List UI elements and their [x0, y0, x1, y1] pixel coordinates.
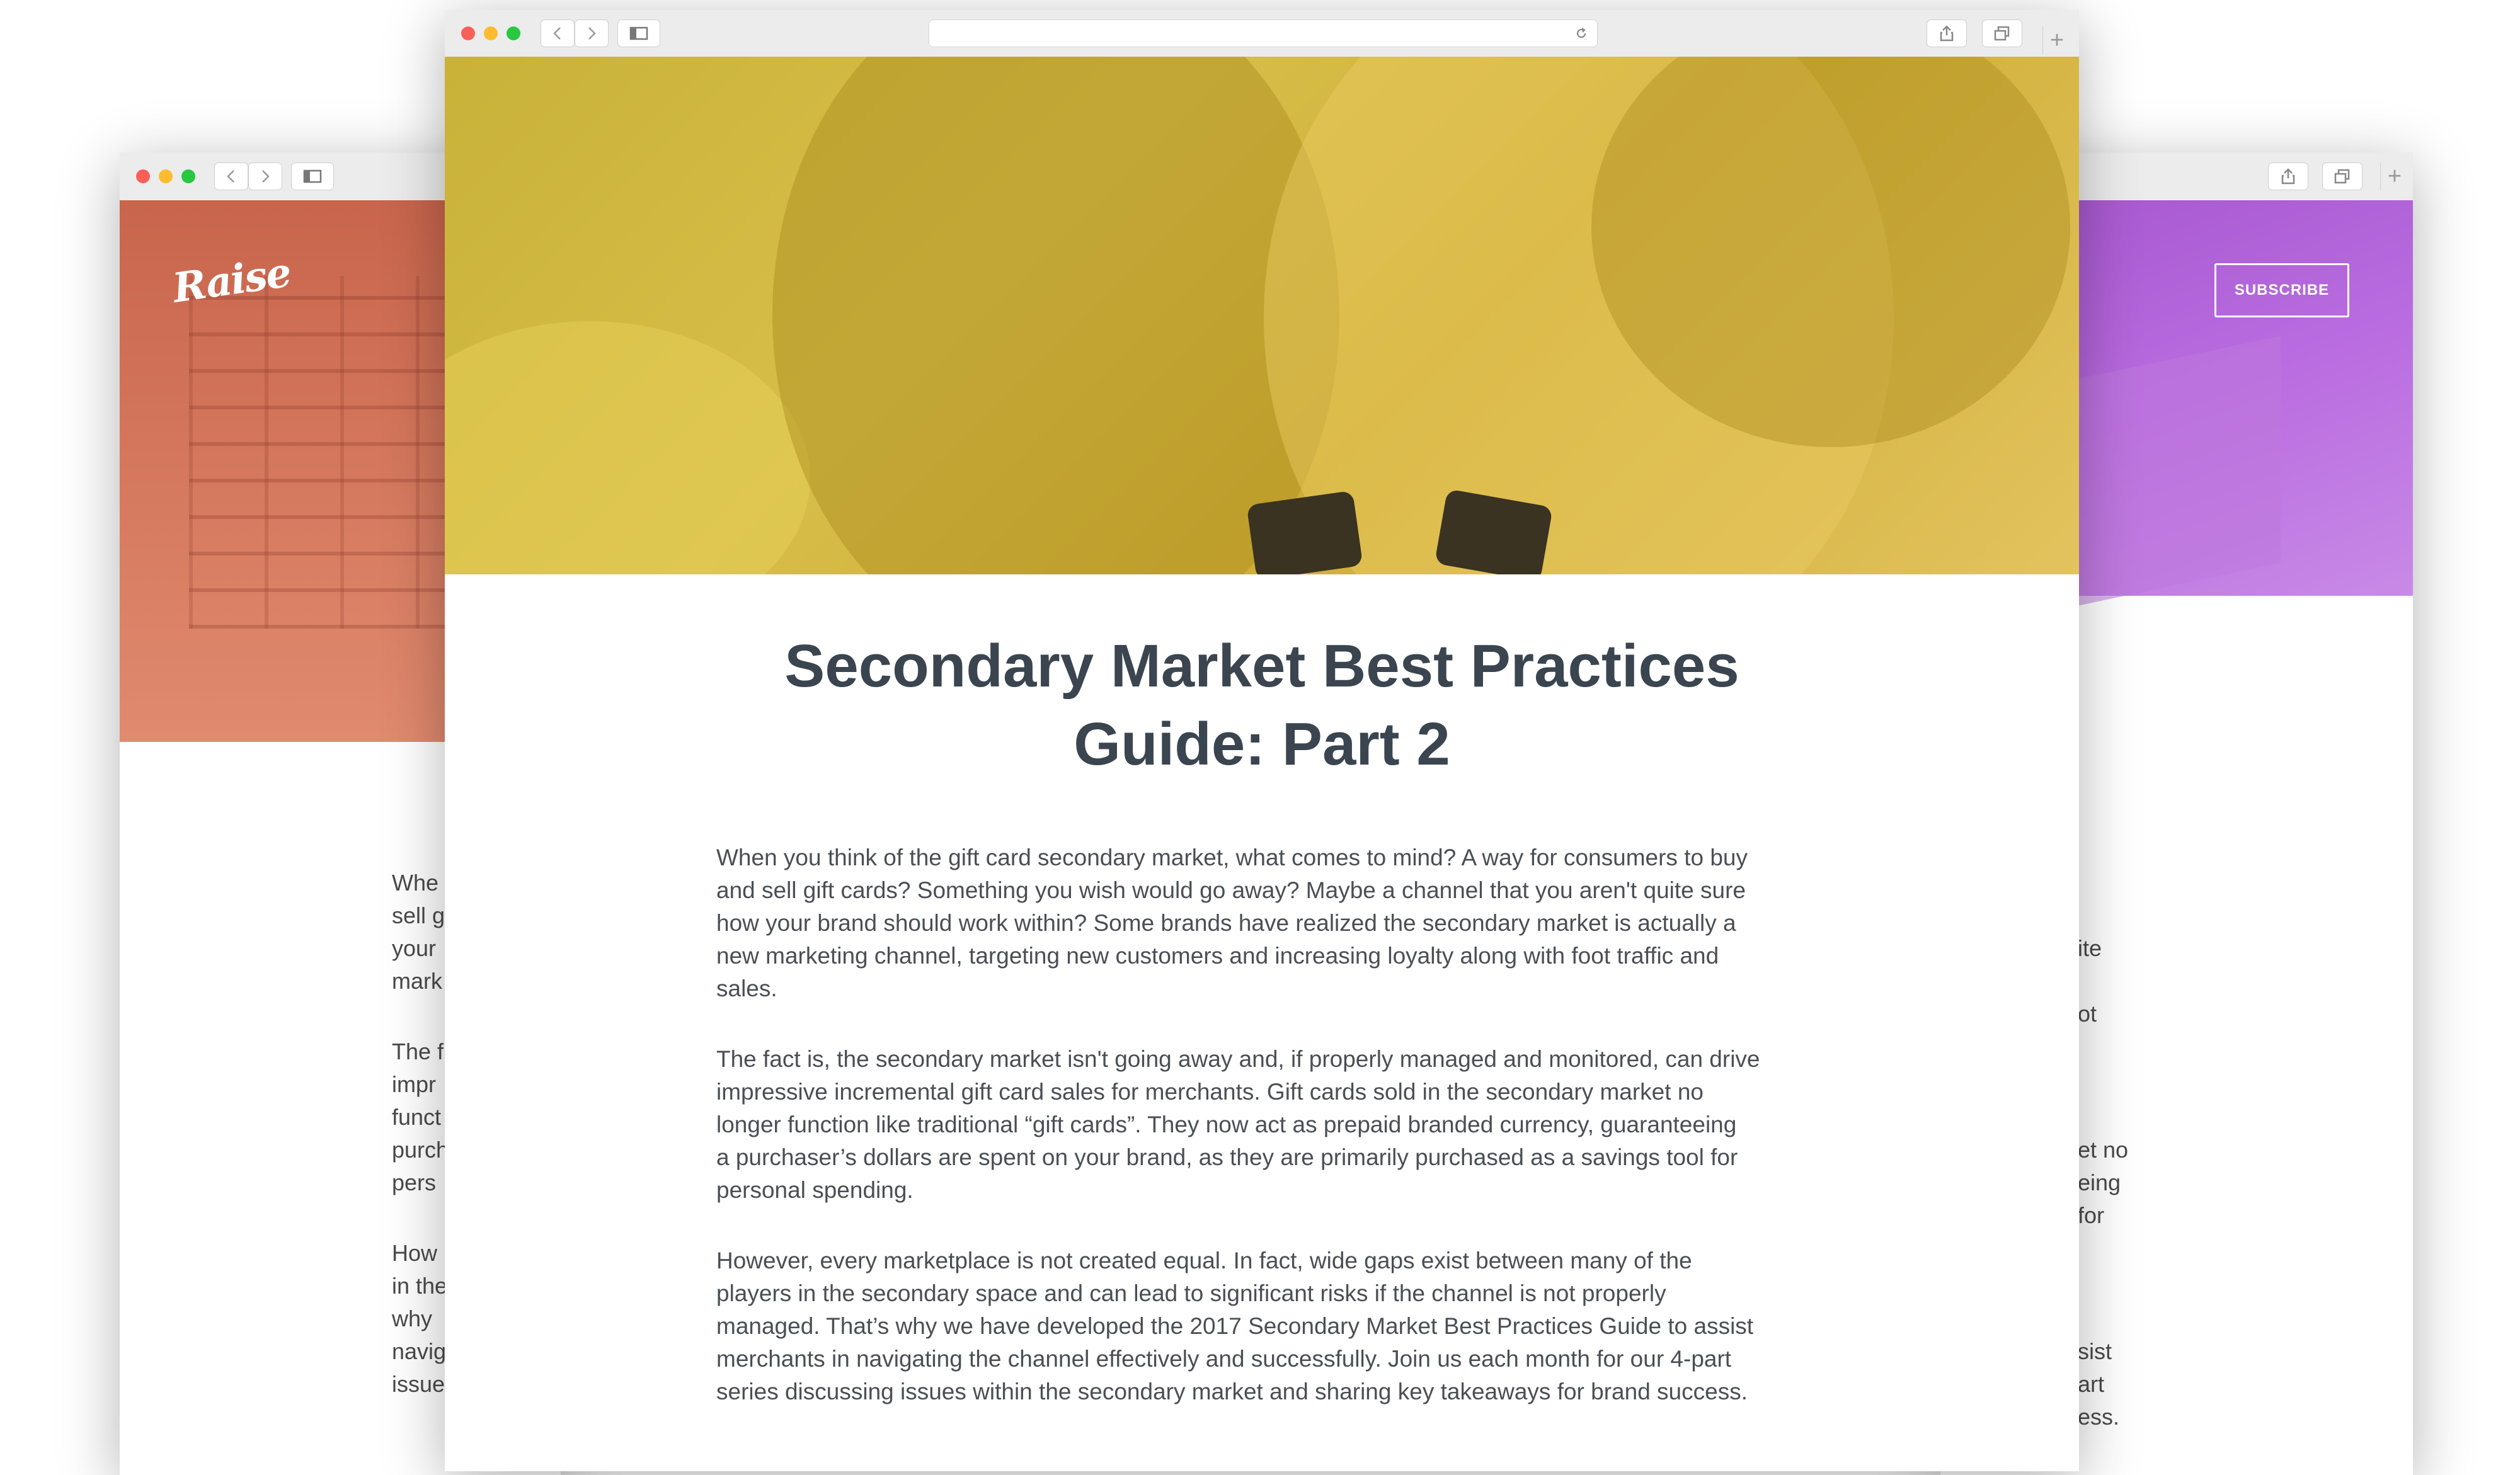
- back-button[interactable]: [541, 20, 575, 47]
- forward-button[interactable]: [575, 20, 609, 47]
- text-fragment: funct: [392, 1104, 442, 1130]
- paragraph-line: merchants in navigating the channel effe…: [716, 1346, 1732, 1372]
- paragraph-line: a purchaser’s dollars are spent on your …: [716, 1144, 1738, 1170]
- text-fragment: for: [2078, 1202, 2105, 1228]
- chevron-right-icon: [588, 27, 596, 40]
- chevron-left-icon: [553, 27, 561, 40]
- text-fragment: your: [392, 935, 437, 961]
- forward-button[interactable]: [248, 162, 282, 190]
- new-tab-button[interactable]: +: [2042, 26, 2071, 54]
- text-fragment: navig: [392, 1338, 447, 1364]
- article-title: Secondary Market Best Practices Guide: P…: [445, 627, 2079, 783]
- article-paragraph-3: However, every marketplace is not create…: [716, 1244, 1825, 1408]
- tabs-overview-button[interactable]: [1982, 20, 2022, 47]
- close-window-button[interactable]: [136, 169, 150, 183]
- text-fragment: sist: [2078, 1338, 2112, 1364]
- text-fragment: mark: [392, 968, 442, 994]
- share-icon: [1940, 25, 1954, 42]
- text-fragment: Whe: [392, 870, 439, 896]
- back-button[interactable]: [214, 162, 248, 190]
- smartphone-left: [1246, 490, 1363, 574]
- tabs-icon: [1994, 26, 2010, 41]
- paragraph-line: sales.: [716, 976, 777, 1001]
- woman-left-silhouette: [772, 57, 1339, 574]
- paragraph-line: new marketing channel, targeting new cus…: [716, 943, 1719, 969]
- chevron-left-icon: [227, 170, 234, 183]
- minimize-window-button[interactable]: [159, 169, 173, 183]
- text-fragment: ess.: [2078, 1404, 2120, 1430]
- paragraph-line: how your brand should work within? Some …: [716, 910, 1736, 936]
- new-tab-button[interactable]: +: [2380, 162, 2408, 190]
- sidebar-toggle-button[interactable]: [291, 162, 334, 190]
- article-paragraph-2: The fact is, the secondary market isn't …: [716, 1043, 1825, 1207]
- share-button[interactable]: [1927, 20, 1967, 47]
- chevron-right-icon: [262, 170, 270, 183]
- article-paragraph-1: When you think of the gift card secondar…: [716, 841, 1825, 1005]
- subscribe-button[interactable]: SUBSCRIBE: [2214, 263, 2349, 317]
- article-title-line-2: Guide: Part 2: [1074, 710, 1450, 778]
- browser-toolbar: +: [445, 10, 2079, 57]
- zoom-window-button[interactable]: [181, 169, 195, 183]
- paragraph-line: series discussing issues within the seco…: [716, 1379, 1748, 1404]
- text-fragment: et no: [2078, 1137, 2129, 1163]
- paragraph-line: When you think of the gift card secondar…: [716, 845, 1748, 870]
- browser-window-main: + Secondary Market Best Practices Guide:…: [445, 10, 2079, 1471]
- text-fragment: ot: [2078, 1001, 2097, 1027]
- paragraph-line: managed. That’s why we have developed th…: [716, 1313, 1754, 1339]
- address-bar[interactable]: [929, 20, 1598, 47]
- paragraph-line: and sell gift cards? Something you wish …: [716, 877, 1746, 903]
- text-fragment: issue: [392, 1371, 445, 1397]
- sidebar-icon: [303, 169, 322, 183]
- hero-image: [445, 57, 2079, 574]
- text-fragment: ite: [2078, 935, 2102, 961]
- photo-blur-shape: [445, 321, 810, 574]
- close-window-button[interactable]: [461, 26, 475, 40]
- text-fragment: in the: [392, 1273, 448, 1299]
- text-fragment: pers: [392, 1170, 437, 1195]
- text-fragment: eing: [2078, 1170, 2121, 1195]
- share-button[interactable]: [2268, 162, 2308, 190]
- paragraph-line: The fact is, the secondary market isn't …: [716, 1046, 1760, 1072]
- paragraph-line: However, every marketplace is not create…: [716, 1248, 1692, 1273]
- sidebar-icon: [629, 26, 648, 40]
- text-fragment: why: [392, 1306, 433, 1331]
- text-fragment: impr: [392, 1071, 436, 1097]
- paragraph-line: personal spending.: [716, 1177, 914, 1203]
- paragraph-line: players in the secondary space and can l…: [716, 1280, 1666, 1306]
- tabs-icon: [2334, 169, 2350, 184]
- text-fragment: sell g: [392, 903, 445, 928]
- share-icon: [2281, 168, 2295, 185]
- tabs-overview-button[interactable]: [2322, 162, 2362, 190]
- zoom-window-button[interactable]: [507, 26, 520, 40]
- text-fragment: purch: [392, 1137, 449, 1163]
- text-fragment: How: [392, 1240, 438, 1266]
- sidebar-toggle-button[interactable]: [617, 20, 660, 47]
- article-title-line-1: Secondary Market Best Practices: [784, 632, 1739, 700]
- text-fragment: art: [2078, 1371, 2105, 1397]
- minimize-window-button[interactable]: [484, 26, 498, 40]
- paragraph-line: longer function like traditional “gift c…: [716, 1112, 1737, 1137]
- paragraph-line: impressive incremental gift card sales f…: [716, 1079, 1704, 1105]
- text-fragment: The f: [392, 1039, 444, 1064]
- reload-icon[interactable]: [1574, 26, 1588, 40]
